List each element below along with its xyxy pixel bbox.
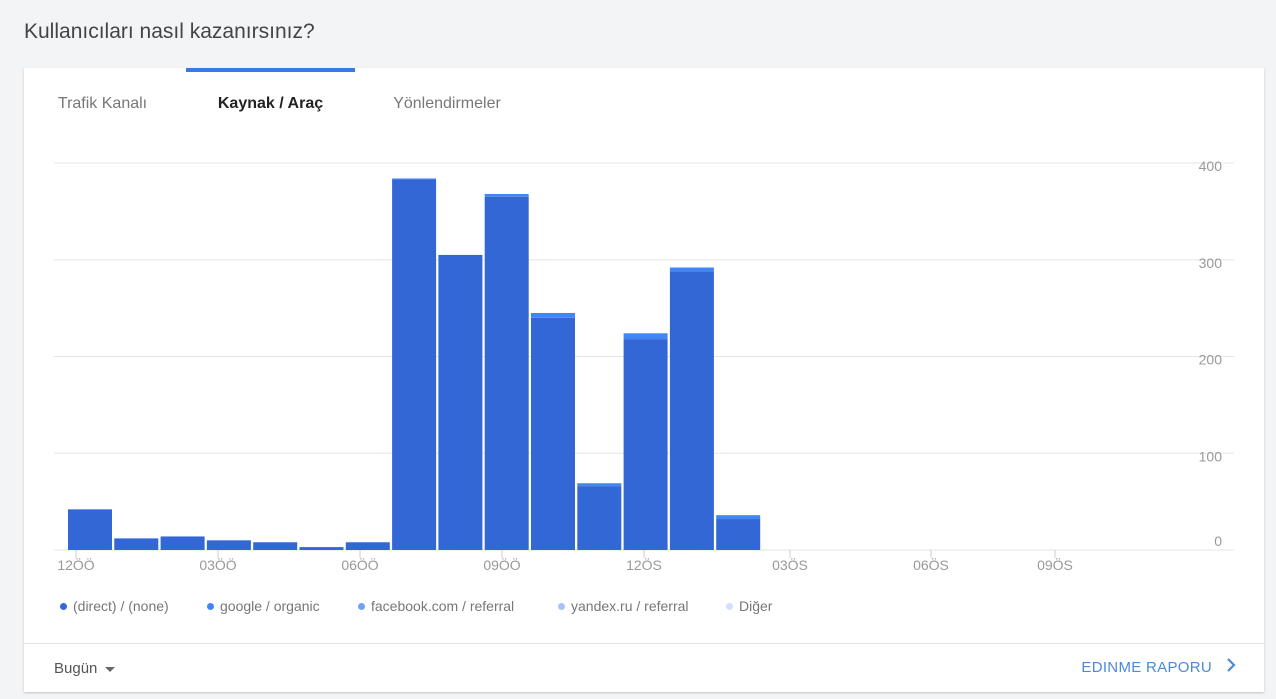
- legend-dot-icon: [60, 602, 67, 610]
- bar-09ÖÖ-s0[interactable]: [484, 196, 529, 551]
- x-tick-label: 03ÖS: [772, 556, 808, 573]
- x-tick-label: 06ÖÖ: [341, 556, 378, 573]
- bar-04ÖÖ-s0[interactable]: [253, 542, 298, 550]
- bar-07ÖÖ-s0[interactable]: [392, 179, 437, 550]
- legend-dot-icon: [726, 602, 733, 610]
- x-tick-label: 03ÖÖ: [199, 556, 236, 573]
- bar-11ÖÖ-s0[interactable]: [577, 486, 622, 550]
- x-tick-label: 09ÖÖ: [483, 556, 520, 573]
- source-medium-chart: 0 100 200 300 400 12ÖÖ 03ÖÖ 06ÖÖ 09ÖÖ 12ÖS 03ÖS 06Ö…: [54, 158, 1234, 573]
- x-tick-label: 06ÖS: [913, 556, 949, 573]
- bar-08ÖÖ-s0[interactable]: [438, 254, 483, 550]
- bar-02ÖÖ-s0[interactable]: [160, 536, 205, 550]
- tab-trafik-kanali[interactable]: Trafik Kanalı: [40, 68, 165, 140]
- bar-05ÖÖ-s0[interactable]: [299, 547, 344, 550]
- bar-06ÖÖ-s0[interactable]: [345, 542, 390, 550]
- y-tick-label: 200: [1199, 352, 1223, 368]
- bar-10ÖÖ-s0[interactable]: [531, 317, 575, 550]
- legend-dot-icon: [358, 602, 365, 610]
- bar-02ÖS-s1[interactable]: [716, 515, 761, 520]
- bar-09ÖÖ-s1[interactable]: [484, 193, 529, 197]
- y-tick-label: 300: [1199, 255, 1223, 271]
- legend-item-direct[interactable]: (direct) / (none): [60, 598, 169, 614]
- bar-02ÖS-s0[interactable]: [716, 519, 761, 550]
- tab-kaynak-arac[interactable]: Kaynak / Araç: [196, 68, 345, 140]
- bar-11ÖÖ-s1[interactable]: [577, 483, 622, 487]
- bar-03ÖÖ-s0[interactable]: [206, 540, 251, 550]
- bar-12ÖÖ-s0[interactable]: [68, 509, 112, 550]
- x-tick-label: 12ÖS: [626, 556, 662, 573]
- date-range-dropdown[interactable]: Bugün: [54, 660, 116, 677]
- acquisition-report-link[interactable]: EDINME RAPORU: [1081, 658, 1236, 676]
- legend-item-other[interactable]: Diğer: [726, 598, 772, 614]
- chevron-right-icon: [1226, 658, 1236, 676]
- legend-item-yandex[interactable]: yandex.ru / referral: [558, 598, 689, 614]
- bar-01ÖÖ-s0[interactable]: [114, 538, 159, 550]
- bar-01ÖS-s0[interactable]: [669, 271, 714, 550]
- acquisition-card: Trafik Kanalı Kaynak / Araç Yönlendirmel…: [24, 68, 1264, 692]
- y-tick-label: 0: [1214, 533, 1222, 549]
- bar-01ÖS-s1[interactable]: [669, 267, 714, 272]
- bar-10ÖÖ-s1[interactable]: [531, 312, 575, 318]
- legend-item-google[interactable]: google / organic: [207, 598, 320, 614]
- legend-item-facebook[interactable]: facebook.com / referral: [358, 598, 514, 614]
- page-title: Kullanıcıları nasıl kazanırsınız?: [24, 20, 315, 43]
- card-footer: Bugün EDINME RAPORU: [24, 643, 1264, 693]
- bar-07ÖÖ-s1[interactable]: [392, 178, 437, 180]
- legend-dot-icon: [558, 602, 565, 610]
- legend-dot-icon: [207, 602, 214, 610]
- caret-down-icon: [105, 666, 116, 672]
- bar-12ÖS-s1[interactable]: [623, 333, 668, 340]
- tab-yonlendirmeler[interactable]: Yönlendirmeler: [372, 68, 522, 140]
- y-tick-label: 100: [1199, 448, 1223, 464]
- x-tick-label: 09ÖS: [1037, 556, 1073, 573]
- bar-12ÖS-s0[interactable]: [623, 339, 668, 550]
- y-tick-label: 400: [1199, 158, 1223, 174]
- tab-bar: Trafik Kanalı Kaynak / Araç Yönlendirmel…: [24, 68, 1264, 140]
- x-tick-label: 12ÖÖ: [57, 556, 94, 573]
